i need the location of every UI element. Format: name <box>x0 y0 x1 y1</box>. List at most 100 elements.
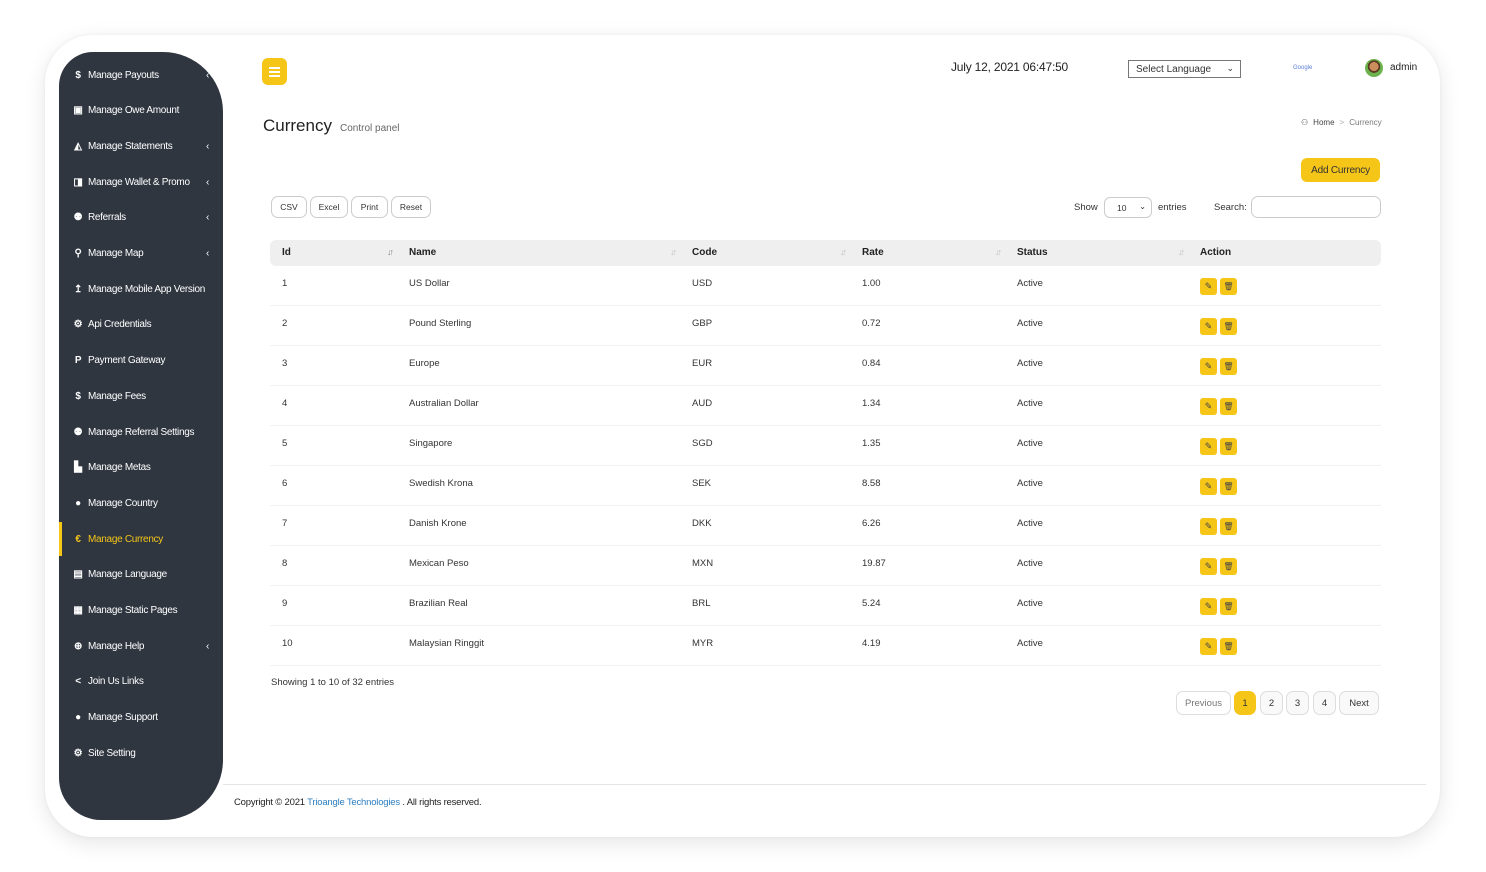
sort-asc-icon[interactable]: ↓↑ <box>387 247 394 257</box>
edit-button[interactable]: ✎ <box>1200 438 1217 455</box>
edit-button[interactable]: ✎ <box>1200 638 1217 655</box>
add-currency-button[interactable]: Add Currency <box>1301 158 1380 182</box>
sidebar-item-manage-country[interactable]: ● Manage Country <box>59 491 223 515</box>
delete-button[interactable]: 🗑 <box>1220 278 1237 295</box>
edit-button[interactable]: ✎ <box>1200 518 1217 535</box>
sidebar-item-manage-map[interactable]: ⚲ Manage Map ‹ <box>59 242 223 266</box>
edit-button[interactable]: ✎ <box>1200 398 1217 415</box>
sidebar-item-manage-currency[interactable]: € Manage Currency <box>59 522 223 557</box>
sidebar-item-manage-metas[interactable]: ▙ Manage Metas <box>59 456 223 480</box>
cell-status: Active <box>1017 398 1043 409</box>
cell-name: US Dollar <box>409 278 450 289</box>
sidebar-item-api-credentials[interactable]: ⚙ Api Credentials <box>59 313 223 337</box>
edit-button[interactable]: ✎ <box>1200 558 1217 575</box>
table-row: 10 Malaysian Ringgit MYR 4.19 Active ✎ 🗑 <box>270 626 1381 666</box>
entries-label: entries <box>1158 202 1187 213</box>
cell-code: BRL <box>692 598 711 609</box>
pagination-page-2[interactable]: 2 <box>1260 691 1283 715</box>
delete-button[interactable]: 🗑 <box>1220 478 1237 495</box>
delete-button[interactable]: 🗑 <box>1220 558 1237 575</box>
delete-button[interactable]: 🗑 <box>1220 318 1237 335</box>
cell-id: 10 <box>282 638 293 649</box>
menu-toggle-button[interactable] <box>262 58 287 85</box>
sidebar-item-label: Manage Support <box>88 712 158 724</box>
search-input[interactable] <box>1251 196 1381 218</box>
cell-name: Australian Dollar <box>409 398 479 409</box>
column-header-code[interactable]: Code <box>692 247 717 258</box>
chevron-left-icon: ‹ <box>205 140 209 152</box>
sidebar-item-manage-owe-amount[interactable]: ▣ Manage Owe Amount <box>59 99 223 123</box>
sidebar-item-referrals[interactable]: ⚉ Referrals ‹ <box>59 206 223 230</box>
pagination-next[interactable]: Next <box>1339 691 1379 715</box>
sidebar-item-label: Manage Metas <box>88 462 151 474</box>
delete-button[interactable]: 🗑 <box>1220 638 1237 655</box>
csv-button[interactable]: CSV <box>271 196 307 218</box>
delete-button[interactable]: 🗑 <box>1220 438 1237 455</box>
sidebar-item-manage-wallet-promo[interactable]: ◨ Manage Wallet & Promo ‹ <box>59 170 223 194</box>
user-name[interactable]: admin <box>1390 62 1417 73</box>
newspaper-icon: ▦ <box>73 605 83 616</box>
delete-button[interactable]: 🗑 <box>1220 358 1237 375</box>
cell-id: 5 <box>282 438 288 449</box>
cell-name: Brazilian Real <box>409 598 468 609</box>
sidebar-item-manage-mobile-app-version[interactable]: ↥ Manage Mobile App Version <box>59 277 223 301</box>
pagination-page-1[interactable]: 1 <box>1234 691 1256 715</box>
column-header-id[interactable]: Id <box>282 247 291 258</box>
pagination-page-3[interactable]: 3 <box>1286 691 1309 715</box>
table-row: 2 Pound Sterling GBP 0.72 Active ✎ 🗑 <box>270 306 1381 346</box>
sidebar-item-manage-fees[interactable]: $ Manage Fees <box>59 384 223 408</box>
paypal-icon: P <box>74 355 82 367</box>
excel-button[interactable]: Excel <box>310 196 348 218</box>
column-header-rate[interactable]: Rate <box>862 247 884 258</box>
company-link[interactable]: Trioangle Technologies <box>307 797 400 808</box>
edit-button[interactable]: ✎ <box>1200 318 1217 335</box>
edit-button[interactable]: ✎ <box>1200 278 1217 295</box>
chevron-left-icon: ‹ <box>205 640 209 652</box>
page-length-select[interactable]: 10 ⌄ <box>1104 197 1152 218</box>
breadcrumb-home[interactable]: Home <box>1313 118 1334 127</box>
cell-rate: 1.34 <box>862 398 881 409</box>
language-select[interactable]: Select Language ⌄ <box>1128 60 1241 78</box>
edit-button[interactable]: ✎ <box>1200 478 1217 495</box>
pagination-page-4[interactable]: 4 <box>1313 691 1336 715</box>
sidebar-item-manage-support[interactable]: ● Manage Support <box>59 706 223 730</box>
sidebar-item-label: Site Setting <box>88 747 136 759</box>
cell-code: USD <box>692 278 713 289</box>
sidebar-item-manage-help[interactable]: ⊕ Manage Help ‹ <box>59 634 223 658</box>
sidebar-item-manage-statements[interactable]: ◭ Manage Statements ‹ <box>59 134 223 158</box>
copyright-text: Copyright © 2021 <box>234 797 308 808</box>
sort-icon[interactable]: ↓↑ <box>995 247 1002 257</box>
dashboard-icon: ⚇ <box>1301 118 1309 127</box>
sort-icon[interactable]: ↓↑ <box>840 247 847 257</box>
sidebar-item-manage-language[interactable]: ▤ Manage Language <box>59 563 223 587</box>
column-header-name[interactable]: Name <box>409 247 436 258</box>
delete-button[interactable]: 🗑 <box>1220 518 1237 535</box>
bar-chart-icon: ▙ <box>74 462 82 474</box>
delete-button[interactable]: 🗑 <box>1220 598 1237 615</box>
delete-button[interactable]: 🗑 <box>1220 398 1237 415</box>
table-row: 4 Australian Dollar AUD 1.34 Active ✎ 🗑 <box>270 386 1381 426</box>
cell-rate: 0.84 <box>862 358 881 369</box>
pagination-previous[interactable]: Previous <box>1176 691 1231 715</box>
globe-icon: ● <box>75 712 81 724</box>
reset-button[interactable]: Reset <box>391 196 431 218</box>
sidebar-item-label: Api Credentials <box>88 319 152 331</box>
avatar[interactable] <box>1365 59 1383 77</box>
print-button[interactable]: Print <box>351 196 388 218</box>
column-header-status[interactable]: Status <box>1017 247 1048 258</box>
table-row: 5 Singapore SGD 1.35 Active ✎ 🗑 <box>270 426 1381 466</box>
sidebar-item-label: Manage Wallet & Promo <box>88 176 190 188</box>
sidebar-item-payment-gateway[interactable]: P Payment Gateway <box>59 349 223 373</box>
sidebar-item-site-setting[interactable]: ⚙ Site Setting <box>59 741 223 765</box>
table-row: 6 Swedish Krona SEK 8.58 Active ✎ 🗑 <box>270 466 1381 506</box>
edit-button[interactable]: ✎ <box>1200 598 1217 615</box>
cell-status: Active <box>1017 558 1043 569</box>
sidebar-item-manage-payouts[interactable]: $ Manage Payouts ‹ <box>59 63 223 87</box>
sort-icon[interactable]: ↓↑ <box>670 247 677 257</box>
sort-icon[interactable]: ↓↑ <box>1178 247 1185 257</box>
sidebar-item-join-us-links[interactable]: < Join Us Links <box>59 670 223 694</box>
edit-button[interactable]: ✎ <box>1200 358 1217 375</box>
breadcrumb-current: Currency <box>1349 118 1382 127</box>
sidebar-item-manage-referral-settings[interactable]: ⚉ Manage Referral Settings <box>59 420 223 444</box>
sidebar-item-manage-static-pages[interactable]: ▦ Manage Static Pages <box>59 599 223 623</box>
